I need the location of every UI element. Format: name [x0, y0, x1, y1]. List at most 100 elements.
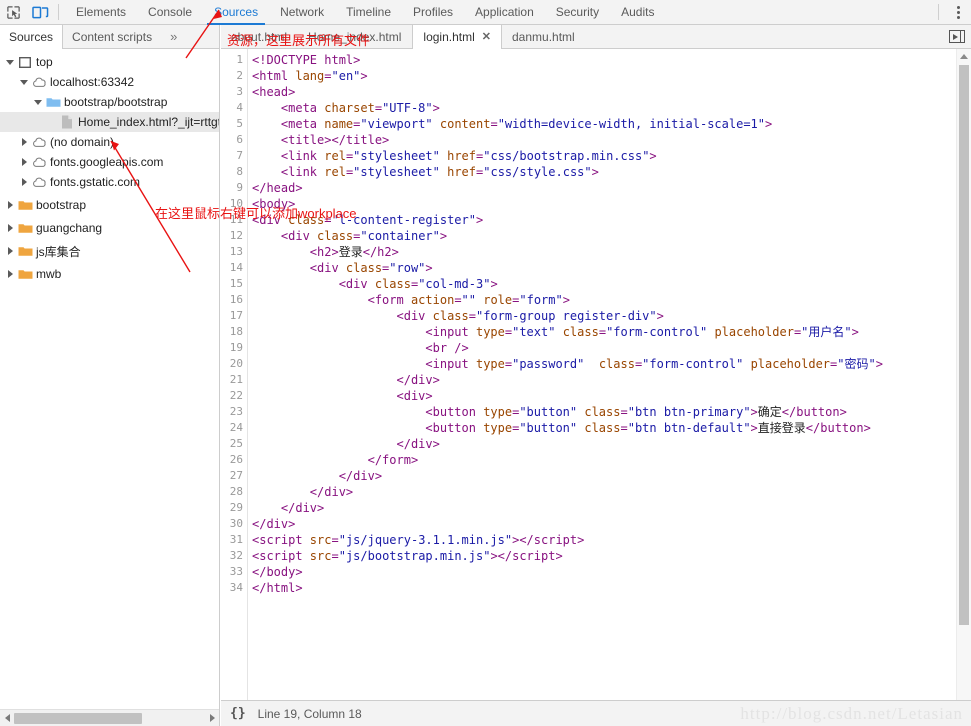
tree-item-top[interactable]: top [0, 52, 219, 72]
code-line[interactable]: </head> [252, 180, 971, 196]
scrollbar-thumb[interactable] [959, 65, 969, 625]
code-line[interactable]: <div class="col-md-3"> [252, 276, 971, 292]
chevron-right-icon[interactable] [4, 201, 16, 209]
navigator-overflow-icon[interactable]: » [162, 25, 185, 48]
tree-item-home-index-html[interactable]: Home_index.html?_ijt=rttgtc [0, 112, 219, 132]
panel-tab-audits[interactable]: Audits [610, 0, 665, 25]
navigator-tab-sources[interactable]: Sources [0, 25, 64, 49]
code-line[interactable]: <br /> [252, 340, 971, 356]
pretty-print-icon[interactable]: {} [221, 706, 256, 721]
code-line[interactable]: <div> [252, 388, 971, 404]
code-line[interactable]: <button type="button" class="btn btn-def… [252, 420, 971, 436]
file-tab-home-index-html[interactable]: Home_index.html [298, 25, 412, 48]
tree-item-js-library[interactable]: js库集合 [0, 241, 219, 261]
code-line[interactable]: </div> [252, 516, 971, 532]
chevron-right-icon[interactable] [18, 178, 30, 186]
code-line[interactable]: <script src="js/jquery-3.1.1.min.js"></s… [252, 532, 971, 548]
chevron-right-icon[interactable] [4, 224, 16, 232]
code-line[interactable]: <div class="form-group register-div"> [252, 308, 971, 324]
panel-tab-security[interactable]: Security [545, 0, 610, 25]
code-line[interactable]: <button type="button" class="btn btn-pri… [252, 404, 971, 420]
code-token: rel [324, 165, 346, 179]
scrollbar-thumb[interactable] [14, 712, 142, 724]
code-line[interactable]: <head> [252, 84, 971, 100]
panel-tab-application[interactable]: Application [464, 0, 545, 25]
scroll-right-arrow-icon[interactable] [205, 710, 219, 726]
code-token: <input [252, 325, 476, 339]
code-line[interactable]: <html lang="en"> [252, 68, 971, 84]
panel-tab-sources[interactable]: Sources [203, 0, 269, 25]
tree-item-mwb[interactable]: mwb [0, 264, 219, 284]
chevron-right-icon[interactable] [4, 270, 16, 278]
tree-item-localhost[interactable]: localhost:63342 [0, 72, 219, 92]
panel-tab-profiles[interactable]: Profiles [402, 0, 464, 25]
code-token: <div [252, 277, 375, 291]
inspect-element-icon[interactable] [0, 0, 27, 24]
source-code[interactable]: <!DOCTYPE html> <html lang="en"> <head> <m… [248, 49, 971, 700]
panel-tab-label: Audits [621, 4, 655, 19]
editor-vertical-scrollbar[interactable] [956, 49, 971, 700]
scroll-up-arrow-icon[interactable] [957, 49, 971, 63]
code-line[interactable]: <input type="password" class="form-contr… [252, 356, 971, 372]
code-editor[interactable]: 1 2 3 4 5 6 7 8 9 10 11 12 13 14 15 16 17 18 19 20 21 22 23 24 2… [221, 49, 971, 700]
scroll-left-arrow-icon[interactable] [0, 710, 14, 726]
line-number: 3 [236, 85, 243, 98]
code-token: "js/bootstrap.min.js" [338, 549, 491, 563]
code-line[interactable]: <h2>登录</h2> [252, 244, 971, 260]
show-panel-icon[interactable] [949, 30, 965, 43]
code-line[interactable]: </div> [252, 436, 971, 452]
code-line[interactable]: <div class="l-content-register"> [252, 212, 971, 228]
tree-item-guangchang[interactable]: guangchang [0, 218, 219, 238]
chevron-right-icon[interactable] [4, 247, 16, 255]
code-line[interactable]: </body> [252, 564, 971, 580]
code-line[interactable]: <meta charset="UTF-8"> [252, 100, 971, 116]
chevron-down-icon[interactable] [18, 80, 30, 85]
code-line[interactable]: <title></title> [252, 132, 971, 148]
file-tab-login-html[interactable]: login.html ✕ [412, 25, 502, 49]
line-number: 12 [229, 229, 243, 242]
close-icon[interactable]: ✕ [482, 30, 491, 43]
code-line[interactable]: </div> [252, 372, 971, 388]
code-line[interactable]: <div class="container"> [252, 228, 971, 244]
code-line[interactable]: <link rel="stylesheet" href="css/bootstr… [252, 148, 971, 164]
panel-tab-network[interactable]: Network [269, 0, 335, 25]
panel-tab-console[interactable]: Console [137, 0, 203, 25]
kebab-menu-icon[interactable] [945, 0, 971, 24]
code-token: <br /> [252, 341, 469, 355]
code-line[interactable]: <div class="row"> [252, 260, 971, 276]
code-line[interactable]: </form> [252, 452, 971, 468]
devtools-window: Elements Console Sources Network Timelin… [0, 0, 971, 726]
code-token: </head> [252, 181, 303, 195]
chevron-down-icon[interactable] [4, 60, 16, 65]
code-line[interactable]: <script src="js/bootstrap.min.js"></scri… [252, 548, 971, 564]
code-line[interactable]: </div> [252, 468, 971, 484]
code-token: "UTF-8" [382, 101, 433, 115]
file-tab-label: about.html [231, 29, 288, 44]
tree-item-label: bootstrap/bootstrap [64, 95, 168, 109]
chevron-down-icon[interactable] [32, 100, 44, 105]
tree-item-fonts-gstatic[interactable]: fonts.gstatic.com [0, 172, 219, 192]
chevron-right-icon[interactable] [18, 158, 30, 166]
code-line[interactable]: <body> [252, 196, 971, 212]
tree-item-no-domain[interactable]: (no domain) [0, 132, 219, 152]
code-line[interactable]: <!DOCTYPE html> [252, 52, 971, 68]
code-line[interactable]: <meta name="viewport" content="width=dev… [252, 116, 971, 132]
code-line[interactable]: <form action="" role="form"> [252, 292, 971, 308]
navigator-horizontal-scrollbar[interactable] [0, 709, 219, 726]
device-toolbar-icon[interactable] [27, 0, 54, 24]
code-line[interactable]: <input type="text" class="form-control" … [252, 324, 971, 340]
tree-item-bootstrap-folder[interactable]: bootstrap/bootstrap [0, 92, 219, 112]
code-line[interactable]: </div> [252, 500, 971, 516]
file-tab-danmu-html[interactable]: danmu.html [502, 25, 586, 48]
code-line[interactable]: </div> [252, 484, 971, 500]
panel-tab-elements[interactable]: Elements [65, 0, 137, 25]
chevron-right-icon[interactable] [18, 138, 30, 146]
tree-item-bootstrap[interactable]: bootstrap [0, 195, 219, 215]
line-number: 7 [236, 149, 243, 162]
code-line[interactable]: <link rel="stylesheet" href="css/style.c… [252, 164, 971, 180]
file-tab-about-html[interactable]: about.html [221, 25, 298, 48]
tree-item-fonts-googleapis[interactable]: fonts.googleapis.com [0, 152, 219, 172]
panel-tab-timeline[interactable]: Timeline [335, 0, 402, 25]
code-line[interactable]: </html> [252, 580, 971, 596]
navigator-tab-content-scripts[interactable]: Content scripts [63, 25, 162, 48]
